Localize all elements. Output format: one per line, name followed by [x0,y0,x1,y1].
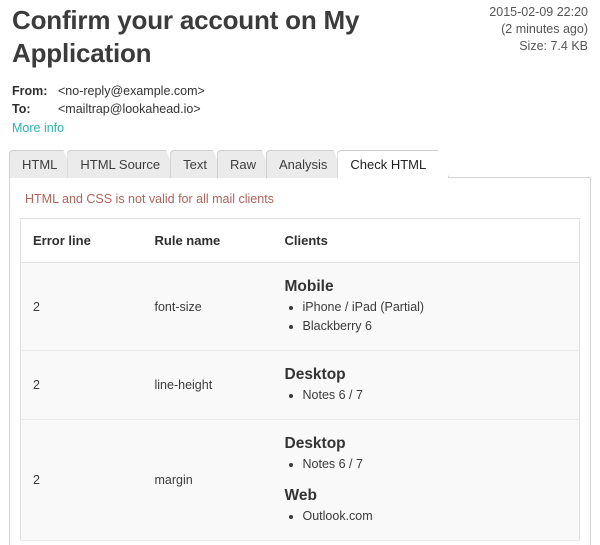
message-timestamp: 2015-02-09 22:20 [489,5,588,19]
message-relative-time: (2 minutes ago) [501,22,588,36]
more-info-link[interactable]: More info [12,119,64,137]
tab-html-source[interactable]: HTML Source [67,150,177,178]
list-item: Notes 6 / 7 [303,386,570,405]
tab-text[interactable]: Text [170,150,224,178]
cell-error-line: 2 [33,299,40,314]
table-row: 2 line-height Desktop Notes 6 / 7 [20,350,580,420]
to-row: To: <mailtrap@lookahead.io> [12,100,588,118]
tab-raw[interactable]: Raw [217,150,273,178]
list-item: Blackberry 6 [303,317,570,336]
tab-check-html[interactable]: Check HTML [337,150,449,178]
client-group: Mobile iPhone / iPad (Partial)Blackberry … [285,277,570,336]
client-platform-label: Desktop [284,366,346,383]
message-size: Size: 7.4 KB [519,39,588,53]
from-row: From: <no-reply@example.com> [12,82,588,100]
client-platform-label: Desktop [284,435,346,452]
to-label: To: [12,102,31,116]
cell-rule-name: margin [154,473,193,487]
message-meta: 2015-02-09 22:20 (2 minutes ago) Size: 7… [489,4,588,55]
table-header-row: Error line Rule name Clients [20,218,580,263]
client-platform-label: Web [284,487,317,504]
table-row: 2 margin Desktop Notes 6 / 7 Web Outlook.com [20,419,580,541]
cell-rule-name: line-height [154,378,213,392]
client-group: Desktop Notes 6 / 7 [285,365,570,405]
message-header: 2015-02-09 22:20 (2 minutes ago) Size: 7… [0,0,600,137]
table-row: 2 font-size Mobile iPhone / iPad (Partial)B… [20,262,580,351]
table-head: Error line Rule name Clients [20,218,580,263]
table-body: 2 font-size Mobile iPhone / iPad (Partial)B… [20,262,580,541]
client-group: Web Outlook.com [285,486,570,526]
cell-rule-name: font-size [154,299,202,314]
column-header-rule-name: Rule name [142,218,273,263]
cell-clients: Desktop Notes 6 / 7 Web Outlook.com [273,420,580,541]
client-list: Notes 6 / 7 [285,455,570,474]
client-list: iPhone / iPad (Partial)Blackberry 6 [285,298,570,336]
client-group: Desktop Notes 6 / 7 [285,434,570,474]
cell-clients: Desktop Notes 6 / 7 [273,351,580,420]
cell-error-line: 2 [33,473,40,487]
check-html-panel: HTML and CSS is not valid for all mail c… [9,177,591,545]
client-list: Notes 6 / 7 [285,386,570,405]
column-header-clients: Clients [272,218,580,263]
cell-clients: Mobile iPhone / iPad (Partial)Blackberry … [273,263,580,351]
cell-error-line: 2 [33,378,40,392]
client-list: Outlook.com [285,507,570,526]
list-item: Outlook.com [303,507,570,526]
from-label: From: [12,84,48,98]
tab-analysis[interactable]: Analysis [266,150,344,178]
list-item: Notes 6 / 7 [303,455,570,474]
tab-html[interactable]: HTML [9,150,74,178]
tab-bar: HTML HTML Source Text Raw Analysis Check HTML [9,148,591,178]
validation-alert: HTML and CSS is not valid for all mail c… [25,192,274,206]
from-value: <no-reply@example.com> [58,84,205,98]
tabs-container: HTML HTML Source Text Raw Analysis Check HTML [0,148,600,178]
client-platform-label: Mobile [284,278,334,295]
to-value: <mailtrap@lookahead.io> [58,102,201,116]
validation-results-table: Error line Rule name Clients 2 font-size M… [20,218,580,541]
list-item: iPhone / iPad (Partial) [303,298,570,317]
column-header-error-line: Error line [20,218,143,263]
message-addresses: From: <no-reply@example.com> To: <mailtr… [12,82,588,137]
